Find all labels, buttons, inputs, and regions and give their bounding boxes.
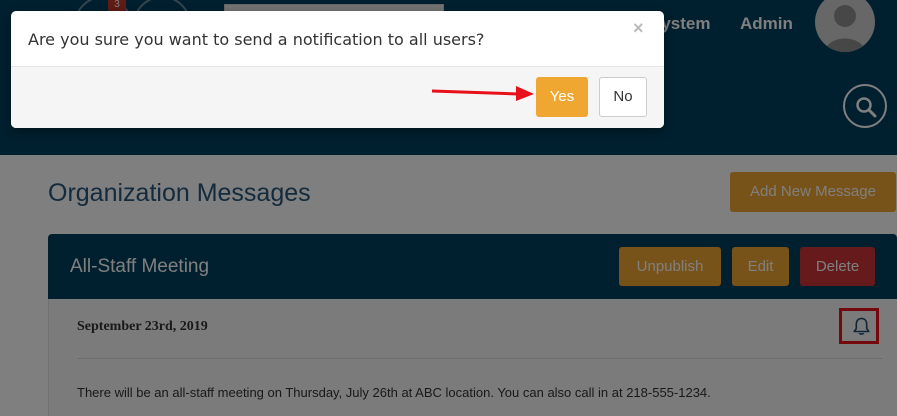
confirm-dialog: Are you sure you want to send a notifica…: [11, 11, 664, 128]
dialog-footer: Yes No: [11, 67, 664, 128]
confirm-message: Are you sure you want to send a notifica…: [28, 30, 485, 49]
close-icon[interactable]: ×: [633, 19, 644, 37]
annotation-arrow: [431, 86, 534, 101]
yes-button[interactable]: Yes: [536, 77, 588, 117]
no-button[interactable]: No: [599, 77, 647, 117]
